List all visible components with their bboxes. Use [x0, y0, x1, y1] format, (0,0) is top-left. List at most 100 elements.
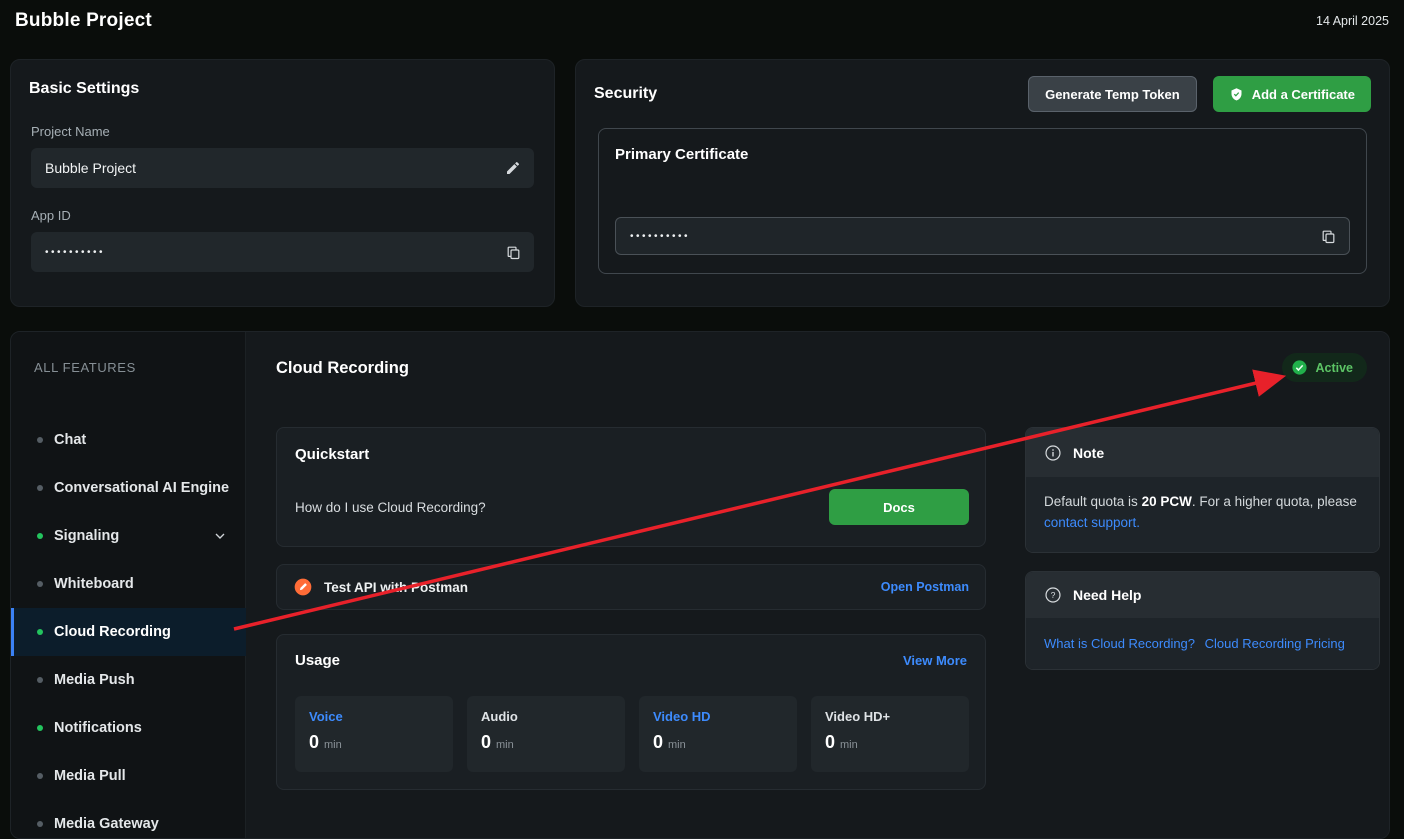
certificate-masked-value: •••••••••• [616, 231, 690, 242]
status-badge-label: Active [1315, 361, 1353, 375]
sidebar-item-cloud-recording[interactable]: Cloud Recording [11, 608, 246, 656]
sidebar-item-media-gateway[interactable]: Media Gateway [11, 800, 246, 839]
app-id-label: App ID [31, 208, 534, 223]
stat-value: 0 [825, 732, 835, 752]
note-text: . For a higher quota, please [1192, 494, 1357, 509]
stat-label: Video HD [653, 709, 783, 724]
sidebar-item-media-push[interactable]: Media Push [11, 656, 246, 704]
generate-temp-token-label: Generate Temp Token [1045, 87, 1180, 102]
top-bar: Bubble Project 14 April 2025 [0, 0, 1404, 42]
sidebar-item-chat[interactable]: Chat [11, 416, 246, 464]
stat-unit: min [668, 739, 686, 751]
basic-settings-title: Basic Settings [29, 80, 554, 98]
features-card: ALL FEATURES Chat Conversational AI Engi… [10, 331, 1390, 839]
view-more-link[interactable]: View More [903, 653, 967, 668]
pencil-icon [505, 160, 521, 176]
security-title: Security [594, 85, 657, 103]
cloud-recording-pricing-link[interactable]: Cloud Recording Pricing [1205, 636, 1345, 651]
status-dot [37, 773, 43, 779]
note-text: Default quota is [1044, 494, 1142, 509]
docs-button-label: Docs [883, 500, 915, 515]
status-dot [37, 725, 43, 731]
contact-support-link[interactable]: contact support. [1044, 515, 1140, 530]
question-icon: ? [1044, 586, 1062, 604]
usage-panel: Usage View More Voice 0min Audio 0min Vi… [276, 634, 986, 790]
stat-unit: min [324, 739, 342, 751]
primary-certificate-title: Primary Certificate [615, 146, 1350, 163]
note-body: Default quota is 20 PCW. For a higher qu… [1026, 477, 1379, 552]
generate-temp-token-button[interactable]: Generate Temp Token [1028, 76, 1197, 112]
postman-label: Test API with Postman [324, 580, 870, 595]
security-card: Security Generate Temp Token Add a Certi… [575, 59, 1390, 307]
add-certificate-button[interactable]: Add a Certificate [1213, 76, 1371, 112]
what-is-cloud-recording-link[interactable]: What is Cloud Recording? [1044, 636, 1195, 651]
info-icon [1044, 444, 1062, 462]
note-quota: 20 PCW [1142, 494, 1192, 509]
stat-value: 0 [653, 732, 663, 752]
cloud-recording-content: Cloud Recording Active Quickstart How do… [246, 332, 1389, 838]
status-dot [37, 677, 43, 683]
sidebar-item-label: Whiteboard [54, 576, 134, 592]
features-header: ALL FEATURES [34, 360, 136, 375]
copy-app-id-button[interactable] [503, 242, 523, 262]
cloud-recording-title: Cloud Recording [276, 359, 409, 378]
edit-button[interactable] [503, 158, 523, 178]
status-dot [37, 629, 43, 635]
copy-icon [1320, 228, 1337, 245]
stat-label: Audio [481, 709, 611, 724]
status-dot [37, 821, 43, 827]
stat-unit: min [840, 739, 858, 751]
sidebar-item-label: Conversational AI Engine [54, 480, 229, 496]
sidebar-item-label: Cloud Recording [54, 624, 171, 640]
status-dot [37, 581, 43, 587]
sidebar-item-label: Chat [54, 432, 86, 448]
stat-value: 0 [309, 732, 319, 752]
postman-panel: Test API with Postman Open Postman [276, 564, 986, 610]
quickstart-panel: Quickstart How do I use Cloud Recording?… [276, 427, 986, 547]
chevron-down-icon [212, 528, 228, 544]
sidebar-item-conversational-ai-engine[interactable]: Conversational AI Engine [11, 464, 246, 512]
copy-certificate-button[interactable] [1318, 226, 1338, 246]
add-certificate-label: Add a Certificate [1252, 87, 1355, 102]
check-circle-icon [1291, 359, 1308, 376]
basic-settings-card: Basic Settings Project Name App ID •••••… [10, 59, 555, 307]
project-name-label: Project Name [31, 124, 534, 139]
features-sidebar: ALL FEATURES Chat Conversational AI Engi… [11, 332, 246, 838]
sidebar-item-whiteboard[interactable]: Whiteboard [11, 560, 246, 608]
sidebar-item-signaling[interactable]: Signaling [11, 512, 246, 560]
sidebar-item-label: Media Push [54, 672, 135, 688]
need-help-title: Need Help [1073, 587, 1141, 603]
page-title: Bubble Project [15, 10, 152, 32]
usage-stat-video-hd-plus: Video HD+ 0 min [811, 696, 969, 772]
project-name-input[interactable] [31, 160, 534, 176]
sidebar-item-label: Notifications [54, 720, 142, 736]
postman-icon [293, 577, 313, 597]
copy-icon [505, 244, 522, 261]
shield-icon [1229, 87, 1244, 102]
primary-certificate-panel: Primary Certificate •••••••••• [598, 128, 1367, 274]
usage-stat-voice: Voice 0 min [295, 696, 453, 772]
open-postman-link[interactable]: Open Postman [881, 580, 969, 594]
note-title: Note [1073, 445, 1104, 461]
need-help-card: ? Need Help What is Cloud Recording? Clo… [1025, 571, 1380, 670]
quickstart-title: Quickstart [295, 446, 369, 463]
stat-label: Video HD+ [825, 709, 955, 724]
help-links: What is Cloud Recording? Cloud Recording… [1026, 618, 1379, 669]
primary-certificate-value: •••••••••• [615, 217, 1350, 255]
stat-value: 0 [481, 732, 491, 752]
quickstart-question: How do I use Cloud Recording? [295, 500, 486, 515]
sidebar-item-media-pull[interactable]: Media Pull [11, 752, 246, 800]
usage-stat-audio: Audio 0 min [467, 696, 625, 772]
sidebar-item-notifications[interactable]: Notifications [11, 704, 246, 752]
usage-stat-video-hd: Video HD 0 min [639, 696, 797, 772]
status-dot [37, 533, 43, 539]
docs-button[interactable]: Docs [829, 489, 969, 525]
app-id-masked-value: •••••••••• [31, 247, 105, 258]
sidebar-item-label: Media Pull [54, 768, 126, 784]
project-name-field: Project Name [31, 124, 534, 188]
sidebar-item-label: Media Gateway [54, 816, 159, 832]
stat-label: Voice [309, 709, 439, 724]
stat-unit: min [496, 739, 514, 751]
status-badge: Active [1282, 353, 1367, 382]
note-card: Note Default quota is 20 PCW. For a high… [1025, 427, 1380, 553]
